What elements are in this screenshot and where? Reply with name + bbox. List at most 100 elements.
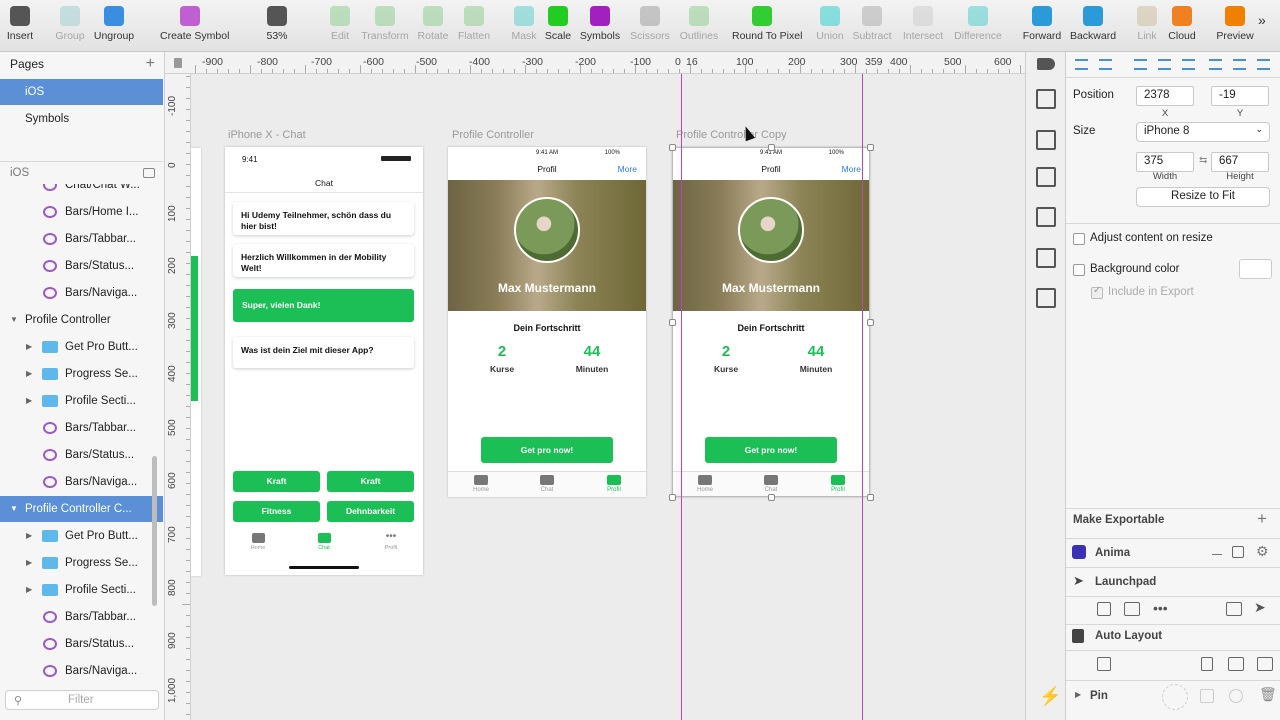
toolbar-cloud-button[interactable]: Cloud <box>1152 6 1212 42</box>
auto-layout-grid-icon[interactable] <box>1201 657 1213 671</box>
disclosure-icon[interactable]: ▶ <box>26 388 32 414</box>
layer-group[interactable]: ▶ Profile Secti... <box>0 388 163 414</box>
page-item-symbols[interactable]: Symbols <box>0 106 163 132</box>
toolbar-outlines-button[interactable]: Outlines <box>669 6 729 42</box>
layer-symbol[interactable]: Bars/Tabbar... <box>0 226 163 252</box>
guide-line[interactable] <box>862 74 863 720</box>
canvas[interactable]: iPhone X - Chat 9:41 Chat Hi Udemy Teiln… <box>191 74 1025 720</box>
layer-symbol[interactable]: Bars/Home I... <box>0 199 163 225</box>
pin-vertical-icon[interactable] <box>1200 689 1214 703</box>
align-center-icon[interactable] <box>1158 59 1171 70</box>
layer-symbol[interactable]: Chat/Chat W... <box>0 184 163 198</box>
include-export-checkbox[interactable]: ✓ <box>1091 285 1103 299</box>
launchpad-link-icon[interactable] <box>1097 602 1111 616</box>
layer-group[interactable]: ▶ Profile Secti... <box>0 577 163 603</box>
selection-frame[interactable] <box>672 147 870 497</box>
layer-symbol[interactable]: Bars/Status... <box>0 442 163 468</box>
bolt-icon[interactable]: ⚡ <box>1039 686 1061 707</box>
resize-handle[interactable] <box>768 144 775 151</box>
auto-layout-device-icon[interactable] <box>1257 657 1273 671</box>
minimize-icon[interactable] <box>1212 554 1222 555</box>
back-icon[interactable] <box>1037 58 1055 70</box>
resize-handle[interactable] <box>669 494 676 501</box>
resize-handle[interactable] <box>768 494 775 501</box>
disclosure-icon[interactable]: ▶ <box>26 334 32 360</box>
resize-handle[interactable] <box>867 144 874 151</box>
gear-icon[interactable]: ⚙ <box>1256 543 1269 560</box>
guide-line[interactable] <box>681 74 682 720</box>
resize-handle[interactable] <box>669 144 676 151</box>
layout-icon[interactable] <box>1036 207 1056 227</box>
rocket-icon[interactable]: ➤ <box>1254 599 1266 616</box>
resize-to-fit-button[interactable]: Resize to Fit <box>1136 187 1270 207</box>
width-input[interactable]: 375 <box>1136 152 1194 172</box>
page-item-ios[interactable]: iOS <box>0 79 163 105</box>
align-bottom-icon[interactable] <box>1257 59 1270 70</box>
toolbar-preview-button[interactable]: Preview <box>1205 6 1265 42</box>
layer-group[interactable]: ▶ Get Pro Butt... <box>0 523 163 549</box>
panel-icon[interactable] <box>1232 546 1244 558</box>
layer-artboard[interactable]: ▼ Profile Controller <box>0 307 163 333</box>
artboard-chat[interactable]: 9:41 Chat Hi Udemy Teilnehmer, schön das… <box>225 147 423 575</box>
layer-group[interactable]: ▶ Progress Se... <box>0 550 163 576</box>
toolbar-round-to-pixel-button[interactable]: Round To Pixel <box>732 6 802 42</box>
launchpad-layout-icon[interactable] <box>1124 602 1140 616</box>
adjust-content-checkbox[interactable] <box>1073 233 1085 245</box>
toolbar-overflow-icon[interactable]: » <box>1258 12 1266 28</box>
height-input[interactable]: 667 <box>1211 152 1269 172</box>
background-color-swatch[interactable] <box>1239 259 1272 279</box>
disclosure-open-icon[interactable]: ▼ <box>10 496 18 522</box>
pin-center-icon[interactable] <box>1229 689 1243 703</box>
trash-icon[interactable]: 🗑 <box>1259 686 1277 703</box>
toolbar-ungroup-button[interactable]: Ungroup <box>84 6 144 42</box>
add-page-icon[interactable]: + <box>146 52 155 76</box>
resize-handle[interactable] <box>669 319 676 326</box>
align-top-icon[interactable] <box>1209 59 1222 70</box>
pen-icon[interactable] <box>1036 248 1056 268</box>
launchpad-window-icon[interactable] <box>1226 602 1242 616</box>
auto-layout-device-icon[interactable] <box>1228 657 1244 671</box>
artboard-profile[interactable]: 9:41 AM 100% Profil More Max Mustermann … <box>448 147 646 497</box>
toolbar-difference-button[interactable]: Difference <box>948 6 1008 42</box>
layer-symbol[interactable]: Bars/Naviga... <box>0 469 163 495</box>
layer-symbol[interactable]: Bars/Tabbar... <box>0 415 163 441</box>
layer-symbol[interactable]: Bars/Naviga... <box>0 658 163 684</box>
toolbar-create-symbol-button[interactable]: Create Symbol <box>160 6 229 42</box>
layers-scrollbar[interactable] <box>152 456 157 606</box>
artboard-label-chat[interactable]: iPhone X - Chat <box>228 129 306 141</box>
align-right-icon[interactable] <box>1182 59 1195 70</box>
lock-icon[interactable] <box>174 58 182 68</box>
upload-icon[interactable] <box>1036 89 1056 109</box>
artboard-label-profile[interactable]: Profile Controller <box>452 129 534 141</box>
layer-group[interactable]: ▶ Progress Se... <box>0 361 163 387</box>
pin-expand-icon[interactable]: ▶ <box>1075 690 1081 699</box>
toolbar-intersect-button[interactable]: Intersect <box>893 6 953 42</box>
background-color-checkbox[interactable] <box>1073 264 1085 276</box>
distribute-horizontal-icon[interactable] <box>1075 59 1088 70</box>
disclosure-open-icon[interactable]: ▼ <box>10 307 18 333</box>
align-left-icon[interactable] <box>1134 59 1147 70</box>
disclosure-icon[interactable]: ▶ <box>26 577 32 603</box>
y-input[interactable]: -19 <box>1211 86 1269 106</box>
link-dimensions-icon[interactable]: ⇆ <box>1199 155 1207 166</box>
add-export-icon[interactable]: + <box>1257 509 1267 529</box>
disclosure-icon[interactable]: ▶ <box>26 550 32 576</box>
size-preset-select[interactable]: iPhone 8 ⌄ <box>1136 122 1270 142</box>
layer-symbol[interactable]: Bars/Naviga... <box>0 280 163 306</box>
more-dots-icon[interactable]: ••• <box>1153 600 1168 616</box>
disclosure-icon[interactable]: ▶ <box>26 361 32 387</box>
printer-icon[interactable] <box>1036 130 1056 150</box>
layer-symbol[interactable]: Bars/Tabbar... <box>0 604 163 630</box>
layer-symbol[interactable]: Bars/Status... <box>0 631 163 657</box>
resize-handle[interactable] <box>867 319 874 326</box>
image-icon[interactable] <box>1036 288 1056 308</box>
pin-circle-icon[interactable] <box>1162 684 1188 710</box>
collapse-icon[interactable] <box>143 168 155 178</box>
layer-artboard[interactable]: ▼ Profile Controller C... <box>0 496 163 522</box>
filter-input[interactable]: ⚲ Filter <box>5 690 159 710</box>
layer-group[interactable]: ▶ Get Pro Butt... <box>0 334 163 360</box>
align-middle-icon[interactable] <box>1233 59 1246 70</box>
x-input[interactable]: 2378 <box>1136 86 1194 106</box>
layer-symbol[interactable]: Bars/Status... <box>0 253 163 279</box>
list-icon[interactable] <box>1036 167 1056 187</box>
